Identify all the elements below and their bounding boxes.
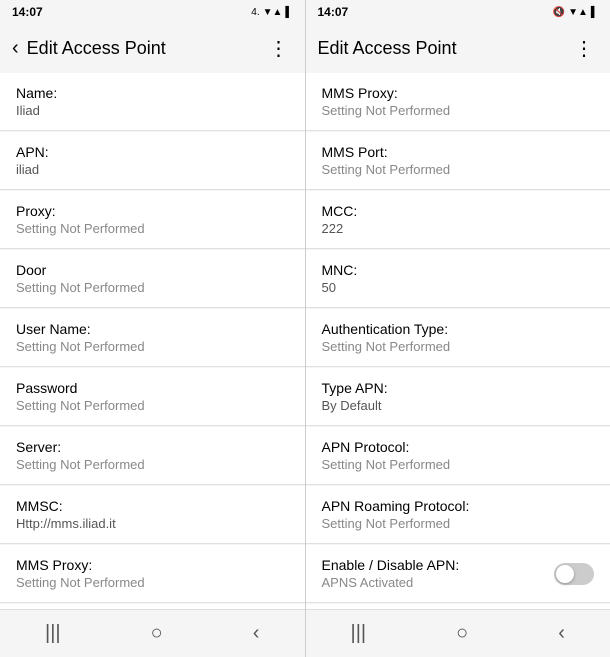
field-auth-type-label: Authentication Type: bbox=[322, 321, 595, 337]
field-server[interactable]: Server: Setting Not Performed bbox=[0, 427, 305, 485]
apn-toggle[interactable] bbox=[554, 563, 594, 585]
page-title-left: Edit Access Point bbox=[27, 38, 265, 59]
field-apn-roaming[interactable]: APN Roaming Protocol: Setting Not Perfor… bbox=[306, 486, 610, 544]
field-server-label: Server: bbox=[16, 439, 289, 455]
field-apn-protocol[interactable]: APN Protocol: Setting Not Performed bbox=[306, 427, 610, 485]
status-bar-right: 14:07 🔇 ▼▲ ▌ bbox=[306, 0, 610, 24]
field-password-label: Password bbox=[16, 380, 289, 396]
field-apn-protocol-value: Setting Not Performed bbox=[322, 457, 595, 472]
back-nav-left[interactable]: ‹ bbox=[253, 622, 260, 645]
time-right: 14:07 bbox=[318, 5, 349, 19]
content-right: MMS Proxy: Setting Not Performed MMS Por… bbox=[306, 73, 610, 609]
field-mms-port-label-r: MMS Port: bbox=[322, 144, 595, 160]
field-type-apn-label: Type APN: bbox=[322, 380, 595, 396]
field-apn-roaming-value: Setting Not Performed bbox=[322, 516, 595, 531]
field-apn-label: APN: bbox=[16, 144, 289, 160]
time-left: 14:07 bbox=[12, 5, 43, 19]
field-door-label: Door bbox=[16, 262, 289, 278]
content-left: Name: Iliad APN: iliad Proxy: Setting No… bbox=[0, 73, 305, 609]
field-enable-apn-value: APNS Activated bbox=[322, 575, 460, 590]
field-password[interactable]: Password Setting Not Performed bbox=[0, 368, 305, 426]
field-mms-port-r[interactable]: MMS Port: Setting Not Performed bbox=[306, 132, 610, 190]
mute-icon-right: 🔇 bbox=[553, 7, 565, 18]
field-username[interactable]: User Name: Setting Not Performed bbox=[0, 309, 305, 367]
battery-icon-left: ▌ bbox=[285, 7, 292, 18]
field-mmsc-value: Http://mms.iliad.it bbox=[16, 516, 289, 531]
home-nav-left[interactable]: ○ bbox=[151, 622, 163, 645]
screen-left: 14:07 4. ▼▲ ▌ ‹ Edit Access Point ⋮ Name… bbox=[0, 0, 305, 657]
field-mms-proxy-label: MMS Proxy: bbox=[16, 557, 289, 573]
field-door[interactable]: Door Setting Not Performed bbox=[0, 250, 305, 308]
nav-bar-left: ||| ○ ‹ bbox=[0, 609, 305, 657]
field-mnc-value: 50 bbox=[322, 280, 595, 295]
field-mmsc-label: MMSC: bbox=[16, 498, 289, 514]
status-icons-left: 4. ▼▲ ▌ bbox=[251, 7, 292, 18]
field-mms-proxy-label-r: MMS Proxy: bbox=[322, 85, 595, 101]
more-menu-right[interactable]: ⋮ bbox=[570, 32, 598, 65]
field-proxy-value: Setting Not Performed bbox=[16, 221, 289, 236]
field-username-label: User Name: bbox=[16, 321, 289, 337]
top-bar-right: Edit Access Point ⋮ bbox=[306, 24, 610, 73]
field-username-value: Setting Not Performed bbox=[16, 339, 289, 354]
field-door-value: Setting Not Performed bbox=[16, 280, 289, 295]
field-mmsc[interactable]: MMSC: Http://mms.iliad.it bbox=[0, 486, 305, 544]
menu-nav-left[interactable]: ||| bbox=[45, 622, 61, 645]
field-name[interactable]: Name: Iliad bbox=[0, 73, 305, 131]
nav-bar-right: ||| ○ ‹ bbox=[306, 609, 610, 657]
status-icons-right: 🔇 ▼▲ ▌ bbox=[553, 7, 598, 18]
wifi-icon-left: ▼▲ bbox=[263, 7, 283, 18]
field-mms-proxy-r[interactable]: MMS Proxy: Setting Not Performed bbox=[306, 73, 610, 131]
field-mcc[interactable]: MCC: 222 bbox=[306, 191, 610, 249]
field-mms-proxy[interactable]: MMS Proxy: Setting Not Performed bbox=[0, 545, 305, 603]
back-button-left[interactable]: ‹ bbox=[12, 37, 19, 60]
field-apn-protocol-label: APN Protocol: bbox=[322, 439, 595, 455]
battery-icon-right: ▌ bbox=[591, 7, 598, 18]
signal-icon-left: 4. bbox=[251, 7, 259, 18]
toggle-row: Enable / Disable APN: APNS Activated bbox=[322, 557, 595, 590]
field-mcc-label: MCC: bbox=[322, 203, 595, 219]
field-mms-proxy-value-r: Setting Not Performed bbox=[322, 103, 595, 118]
home-nav-right[interactable]: ○ bbox=[456, 622, 468, 645]
field-server-value: Setting Not Performed bbox=[16, 457, 289, 472]
signal-icon-right: ▼▲ bbox=[568, 7, 588, 18]
status-bar-left: 14:07 4. ▼▲ ▌ bbox=[0, 0, 305, 24]
field-apn-roaming-label: APN Roaming Protocol: bbox=[322, 498, 595, 514]
field-mms-port-value-r: Setting Not Performed bbox=[322, 162, 595, 177]
field-name-value: Iliad bbox=[16, 103, 289, 118]
field-type-apn-value: By Default bbox=[322, 398, 595, 413]
field-apn[interactable]: APN: iliad bbox=[0, 132, 305, 190]
field-mcc-value: 222 bbox=[322, 221, 595, 236]
enable-apn-text: Enable / Disable APN: APNS Activated bbox=[322, 557, 460, 590]
field-auth-type[interactable]: Authentication Type: Setting Not Perform… bbox=[306, 309, 610, 367]
field-enable-apn-label: Enable / Disable APN: bbox=[322, 557, 460, 573]
field-enable-apn[interactable]: Enable / Disable APN: APNS Activated bbox=[306, 545, 610, 603]
field-proxy-label: Proxy: bbox=[16, 203, 289, 219]
field-mnc-label: MNC: bbox=[322, 262, 595, 278]
menu-nav-right[interactable]: ||| bbox=[351, 622, 367, 645]
field-mms-proxy-value: Setting Not Performed bbox=[16, 575, 289, 590]
screen-right: 14:07 🔇 ▼▲ ▌ Edit Access Point ⋮ MMS Pro… bbox=[305, 0, 610, 657]
field-type-apn[interactable]: Type APN: By Default bbox=[306, 368, 610, 426]
field-apn-value: iliad bbox=[16, 162, 289, 177]
top-bar-left: ‹ Edit Access Point ⋮ bbox=[0, 24, 305, 73]
field-password-value: Setting Not Performed bbox=[16, 398, 289, 413]
field-name-label: Name: bbox=[16, 85, 289, 101]
field-proxy[interactable]: Proxy: Setting Not Performed bbox=[0, 191, 305, 249]
field-auth-type-value: Setting Not Performed bbox=[322, 339, 595, 354]
more-menu-left[interactable]: ⋮ bbox=[265, 32, 293, 65]
field-mnc[interactable]: MNC: 50 bbox=[306, 250, 610, 308]
back-nav-right[interactable]: ‹ bbox=[558, 622, 565, 645]
page-title-right: Edit Access Point bbox=[318, 38, 571, 59]
